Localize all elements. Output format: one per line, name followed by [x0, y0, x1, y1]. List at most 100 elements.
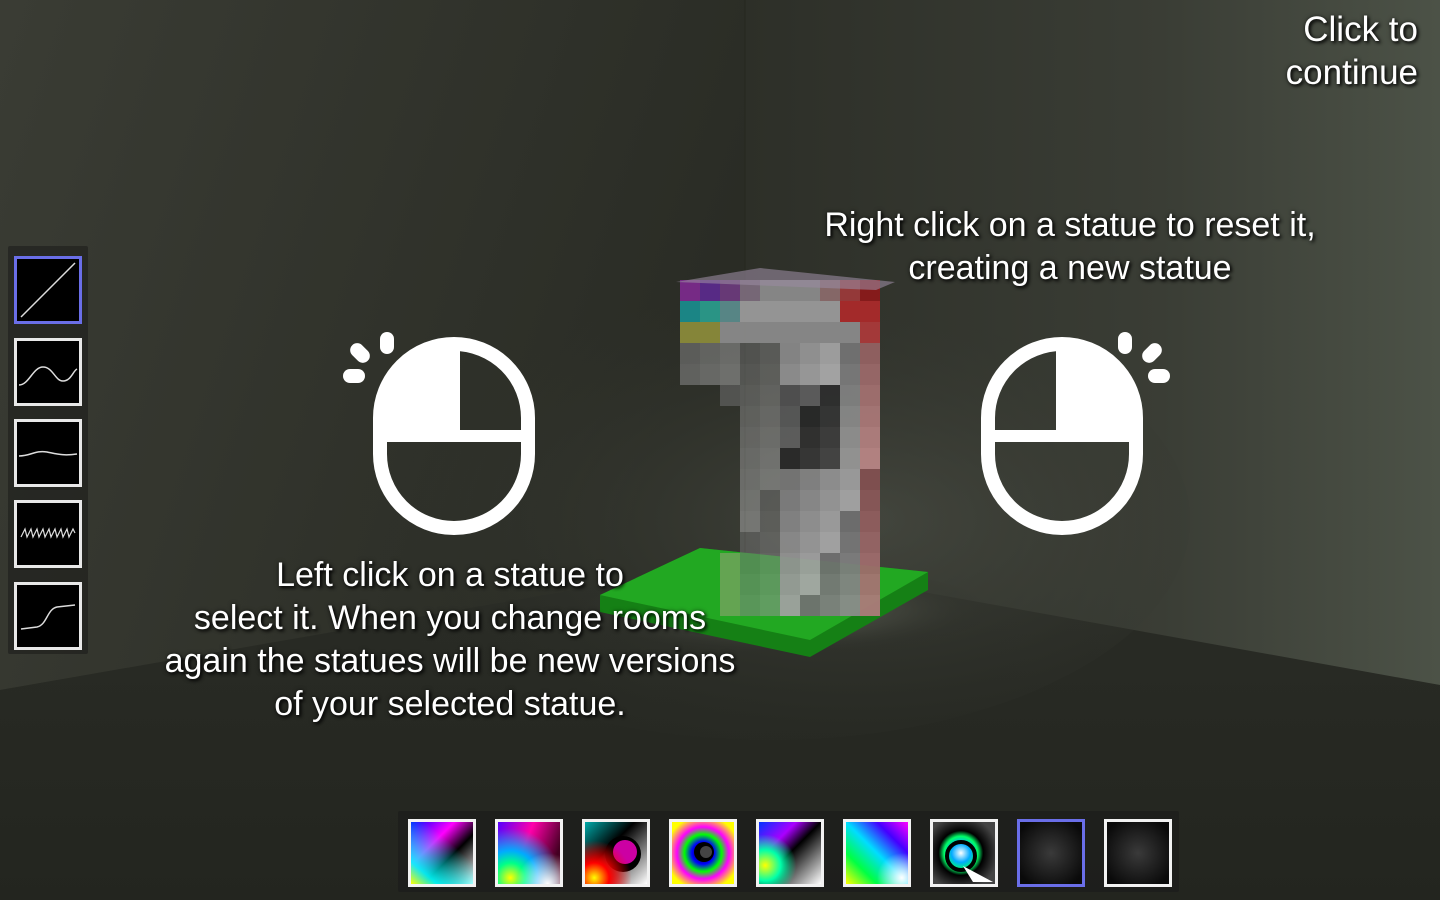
palette-swatch-8[interactable] [1017, 819, 1085, 887]
statue-voxel [680, 322, 700, 343]
statue-voxel [800, 532, 820, 553]
statue-voxel [840, 343, 860, 364]
statue-voxel [840, 595, 860, 616]
statue-voxel [840, 406, 860, 427]
statue-voxel [820, 364, 840, 385]
statue-voxel [780, 448, 800, 469]
statue-voxel [840, 469, 860, 490]
curve-button-noise[interactable] [14, 500, 82, 568]
sine-wave-curve-icon [18, 366, 78, 386]
palette-swatch-7[interactable] [930, 819, 998, 887]
color-palette-panel [398, 811, 1179, 892]
statue-voxel [740, 385, 760, 406]
statue-voxel [760, 343, 780, 364]
step-curve-icon [20, 604, 76, 630]
statue-voxel [800, 553, 820, 574]
statue-voxel [760, 553, 780, 574]
statue-voxel [700, 301, 720, 322]
statue-voxel [760, 490, 780, 511]
statue-voxel [820, 511, 840, 532]
statue-voxel [860, 511, 880, 532]
statue-voxel [780, 322, 800, 343]
statue-voxel [740, 343, 760, 364]
curve-button-step[interactable] [14, 582, 82, 650]
statue-voxel [780, 532, 800, 553]
curve-button-gentle-wave[interactable] [14, 419, 82, 487]
statue-voxel [860, 532, 880, 553]
statue-voxel [840, 574, 860, 595]
statue-voxel [780, 574, 800, 595]
statue-voxel [800, 385, 820, 406]
statue-voxel [820, 385, 840, 406]
statue-voxel [740, 406, 760, 427]
statue-voxel [700, 343, 720, 364]
statue-voxel [840, 511, 860, 532]
statue-voxel [760, 595, 780, 616]
statue-voxel [820, 595, 840, 616]
statue-voxel [800, 574, 820, 595]
statue-voxel [860, 469, 880, 490]
statue-voxel [800, 364, 820, 385]
curve-selector-panel [8, 246, 88, 654]
statue-voxel [680, 301, 700, 322]
statue-voxel [820, 427, 840, 448]
statue-voxel [860, 490, 880, 511]
game-scene[interactable] [0, 0, 1440, 900]
statue-voxel [780, 511, 800, 532]
palette-swatch-6[interactable] [843, 819, 911, 887]
palette-swatch-1[interactable] [408, 819, 476, 887]
statue-voxel [700, 364, 720, 385]
statue-voxel [780, 595, 800, 616]
statue-voxel [860, 427, 880, 448]
noise-curve-icon [20, 527, 76, 539]
statue-voxel [720, 322, 740, 343]
palette-swatch-2[interactable] [495, 819, 563, 887]
statue-voxel [840, 385, 860, 406]
statue-voxel [720, 364, 740, 385]
statue-voxel [820, 553, 840, 574]
statue-voxel [820, 448, 840, 469]
statue-voxel [720, 343, 740, 364]
palette-swatch-9[interactable] [1104, 819, 1172, 887]
statue-voxel [760, 469, 780, 490]
gentle-wave-curve-icon [18, 450, 78, 457]
statue-voxel [820, 322, 840, 343]
statue-voxel [840, 427, 860, 448]
statue-voxel [840, 532, 860, 553]
statue-voxel [860, 322, 880, 343]
mouse-left-click-icon [343, 332, 535, 535]
statue-voxel [740, 322, 760, 343]
curve-button-linear[interactable] [14, 256, 82, 324]
linear-curve-icon [20, 262, 76, 318]
statue-voxel [860, 364, 880, 385]
statue-voxel [860, 595, 880, 616]
statue-voxel [740, 532, 760, 553]
statue-voxel [780, 385, 800, 406]
curve-button-sine[interactable] [14, 338, 82, 406]
statue-voxel [800, 406, 820, 427]
palette-swatch-4[interactable] [669, 819, 737, 887]
click-to-continue-prompt[interactable]: Click to continue [1218, 8, 1418, 94]
statue-voxel [860, 553, 880, 574]
statue-voxel [780, 343, 800, 364]
statue-voxel [860, 385, 880, 406]
statue-voxel [800, 322, 820, 343]
statue-voxel [760, 364, 780, 385]
statue-voxel [760, 301, 780, 322]
statue-voxel [780, 490, 800, 511]
statue-voxel [860, 406, 880, 427]
statue-voxel [680, 343, 700, 364]
palette-swatch-5[interactable] [756, 819, 824, 887]
statue-voxel [800, 490, 820, 511]
statue-voxel [820, 532, 840, 553]
statue-voxel [860, 448, 880, 469]
statue-voxel [800, 595, 820, 616]
statue-voxel [800, 301, 820, 322]
statue-voxel [800, 343, 820, 364]
palette-swatch-3[interactable] [582, 819, 650, 887]
right-click-instruction: Right click on a statue to reset it, cre… [824, 206, 1316, 287]
statue-voxel [820, 490, 840, 511]
statue-voxel [860, 301, 880, 322]
statue-voxel [720, 385, 740, 406]
statue-voxel [860, 574, 880, 595]
